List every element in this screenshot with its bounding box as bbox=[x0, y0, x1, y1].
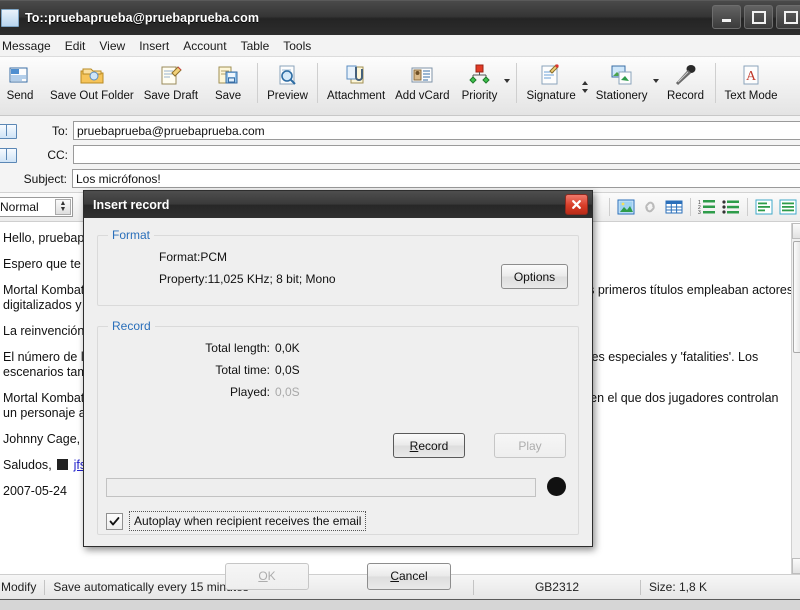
record-group: Record Total length: 0,0K Total time: 0,… bbox=[97, 319, 579, 535]
autoplay-label: Autoplay when recipient receives the ema… bbox=[129, 511, 367, 531]
ok-button-rest: K bbox=[267, 569, 276, 583]
checkmark-icon bbox=[109, 516, 120, 525]
record-indicator-lamp-icon bbox=[547, 477, 566, 496]
record-button-rest: ecord bbox=[418, 438, 449, 453]
played-row: Played: 0,0S bbox=[106, 381, 570, 403]
record-group-legend: Record bbox=[112, 319, 151, 333]
modal-overlay: Insert record Format Format:PCM Property… bbox=[0, 0, 800, 600]
total-time-value: 0,0S bbox=[275, 363, 300, 377]
played-value: 0,0S bbox=[275, 385, 300, 399]
format-group: Format Format:PCM Property:11,025 KHz; 8… bbox=[97, 228, 579, 306]
property-value: Property:11,025 KHz; 8 bit; Mono bbox=[159, 272, 336, 286]
dialog-close-button[interactable] bbox=[565, 194, 588, 215]
play-button: Play bbox=[494, 433, 566, 458]
record-progress-bar bbox=[106, 478, 536, 497]
dialog-body: Format Format:PCM Property:11,025 KHz; 8… bbox=[84, 218, 592, 548]
cancel-button-rest: ancel bbox=[398, 569, 428, 583]
close-x-icon bbox=[572, 200, 581, 209]
record-button[interactable]: Record bbox=[393, 433, 465, 458]
insert-record-dialog: Insert record Format Format:PCM Property… bbox=[83, 190, 593, 590]
total-time-label: Total time: bbox=[215, 363, 270, 377]
total-time-row: Total time: 0,0S bbox=[106, 359, 570, 381]
dialog-title-bar: Insert record bbox=[84, 191, 592, 218]
ok-button: OK bbox=[225, 562, 309, 590]
played-label: Played: bbox=[229, 385, 270, 399]
autoplay-checkbox-row[interactable]: Autoplay when recipient receives the ema… bbox=[106, 511, 367, 531]
dialog-title: Insert record bbox=[93, 197, 170, 212]
autoplay-checkbox[interactable] bbox=[106, 512, 123, 530]
dialog-footer: OK Cancel bbox=[84, 548, 592, 610]
total-length-row: Total length: 0,0K bbox=[106, 337, 570, 359]
format-group-legend: Format bbox=[112, 228, 151, 242]
total-length-value: 0,0K bbox=[275, 341, 300, 355]
format-value: Format:PCM bbox=[159, 250, 228, 264]
total-length-label: Total length: bbox=[205, 341, 270, 355]
options-button[interactable]: Options bbox=[501, 264, 568, 289]
cancel-button[interactable]: Cancel bbox=[367, 562, 451, 590]
